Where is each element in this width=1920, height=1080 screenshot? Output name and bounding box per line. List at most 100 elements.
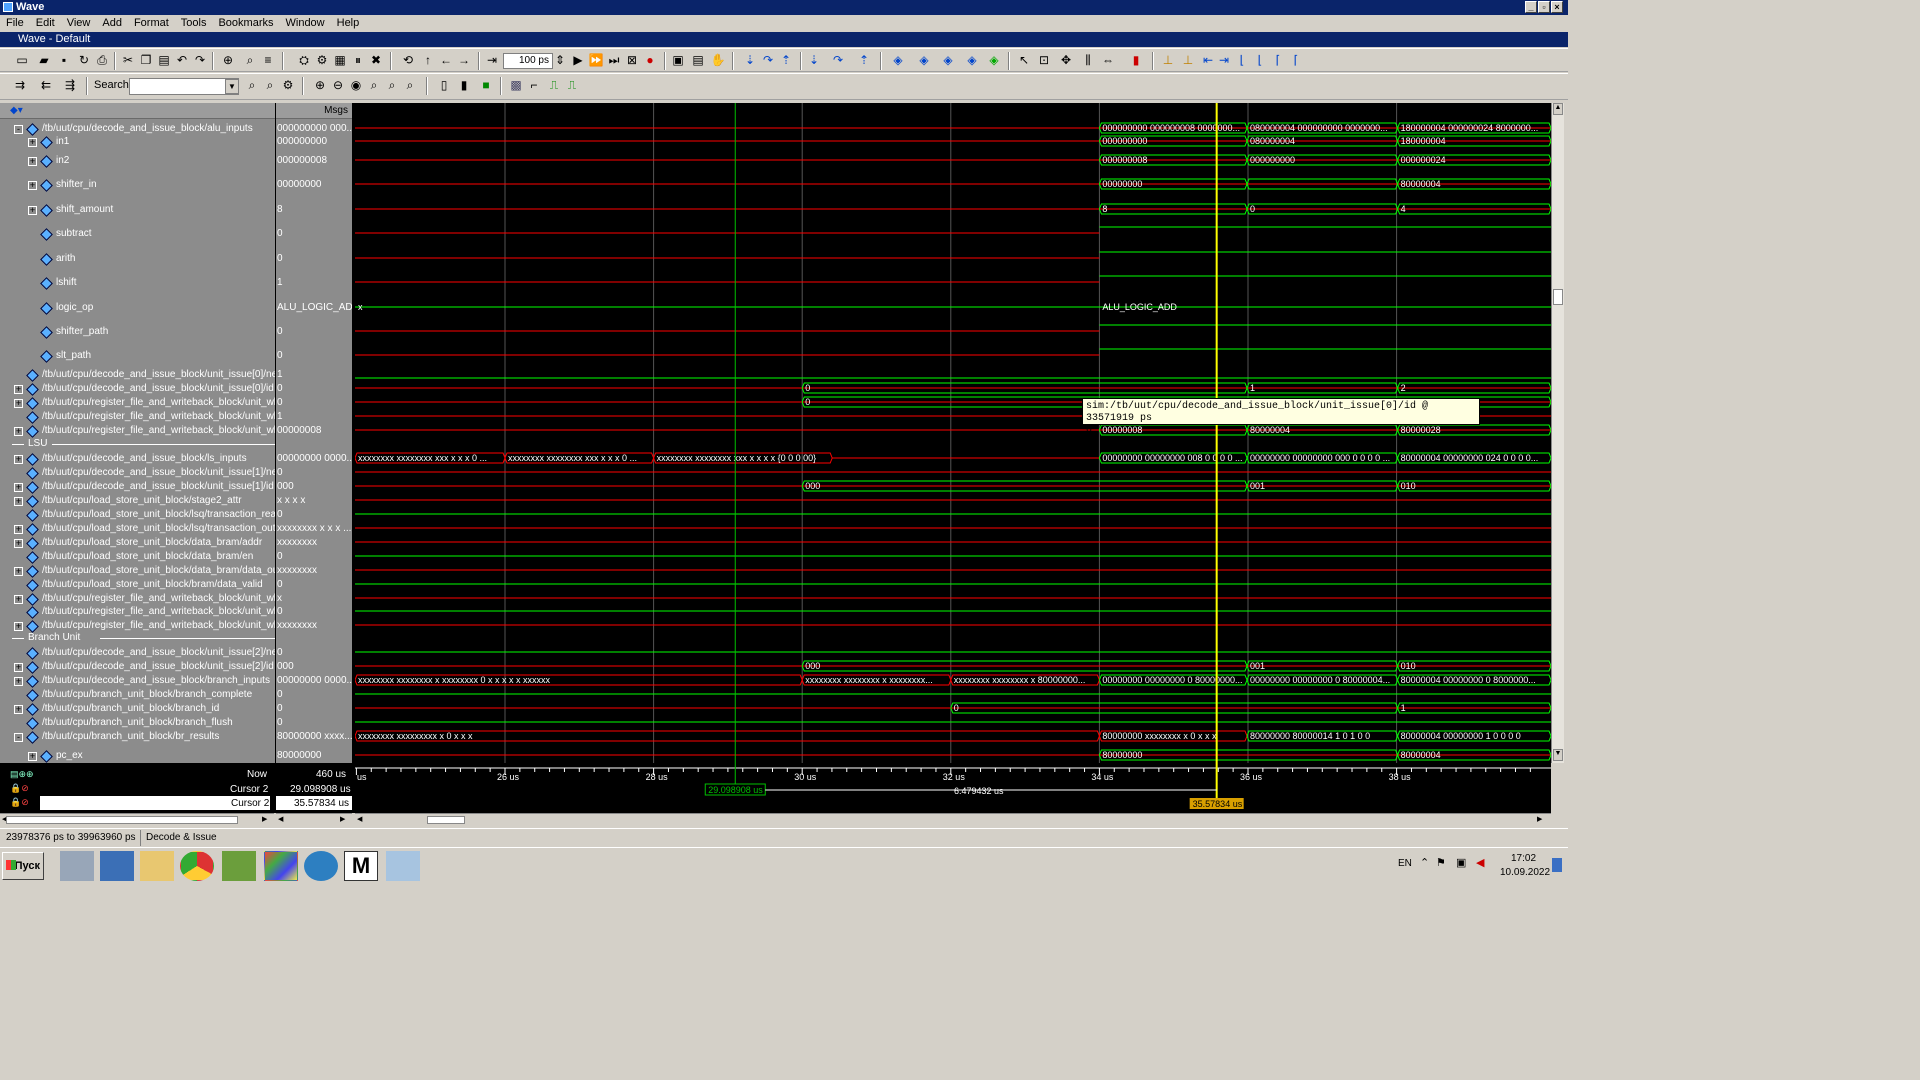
stretch-mode-icon[interactable]: ⇔ (1100, 52, 1116, 68)
wave-scroll-thumb[interactable] (427, 816, 465, 824)
cut-icon[interactable]: ✂ (120, 52, 136, 68)
menu-help[interactable]: Help (331, 15, 366, 31)
search-options-icon[interactable]: ⚙ (280, 77, 296, 93)
scroll-thumb[interactable] (1553, 289, 1563, 305)
find-icon[interactable]: ⌕ (242, 52, 258, 68)
explorer-icon[interactable] (140, 851, 174, 881)
copy-icon[interactable]: ❐ (138, 52, 154, 68)
expand-icon[interactable]: + (14, 385, 23, 394)
paste-icon[interactable]: ▤ (156, 52, 172, 68)
modelsim-icon[interactable]: M (344, 851, 378, 881)
step-up-icon[interactable]: ↑ (420, 52, 436, 68)
values-hscroll[interactable]: ◀ ▶ (276, 813, 352, 826)
network-app-icon[interactable] (304, 851, 338, 881)
values-scroll-left-icon[interactable]: ◀ (278, 815, 283, 823)
chart-app-icon[interactable] (222, 851, 256, 881)
format-icon[interactable]: ▩ (508, 77, 524, 93)
wave-hscroll[interactable]: ◀ ▶ (355, 813, 1551, 826)
break-icon[interactable]: ⏸ (350, 52, 366, 68)
scroll-up-icon[interactable]: ▲ (1553, 103, 1563, 115)
assertions-icon[interactable]: ◈ (986, 52, 1002, 68)
open-icon[interactable]: ▰ (36, 52, 52, 68)
restart-icon[interactable]: ⟲ (400, 52, 416, 68)
start-button[interactable]: Пуск (2, 852, 44, 880)
menu-view[interactable]: View (61, 15, 97, 31)
group-divider-label[interactable]: LSU (28, 438, 47, 449)
new-icon[interactable]: ▭ (14, 52, 30, 68)
expand-icon[interactable]: + (14, 595, 23, 604)
step-out-menu-icon[interactable]: ⇡ (856, 52, 872, 68)
edit-mode-icon[interactable]: ⫼ (1080, 52, 1096, 68)
step-into-menu-icon[interactable]: ⇣ (806, 52, 822, 68)
save-icon[interactable]: ▪ (56, 52, 72, 68)
dataflow-icon[interactable]: ◈ (964, 52, 980, 68)
simulate-icon[interactable]: ▦ (332, 52, 348, 68)
show-values-icon[interactable]: ▮ (456, 77, 472, 93)
dataflow-trace-icon[interactable]: ▮ (1128, 52, 1144, 68)
menu-add[interactable]: Add (96, 15, 128, 31)
unlock-cursor-icon[interactable]: 🔒⊘ (10, 797, 29, 808)
expand-icon[interactable]: + (14, 567, 23, 576)
wave-scroll-left-icon[interactable]: ◀ (357, 815, 362, 823)
minimize-button[interactable]: _ (1525, 1, 1537, 13)
expand-icon[interactable]: + (14, 455, 23, 464)
expand-icon[interactable]: + (14, 677, 23, 686)
hand-icon[interactable]: ✋ (710, 52, 726, 68)
names-hscroll[interactable]: ◀ ▶ (0, 813, 274, 826)
group-divider-label[interactable]: Branch Unit (28, 632, 80, 643)
values-scroll-right-icon[interactable]: ▶ (340, 815, 345, 823)
clock-date[interactable]: 10.09.2022 (1500, 867, 1550, 878)
step-over-menu-icon[interactable]: ↷ (830, 52, 846, 68)
coverage-icon[interactable]: ◈ (940, 52, 956, 68)
list-icon[interactable]: ≡ (260, 52, 276, 68)
select-mode-icon[interactable]: ↖ (1016, 52, 1032, 68)
next-falling-icon[interactable]: ⌈ (1288, 52, 1304, 68)
network-tray-icon[interactable]: ▣ (1456, 856, 1466, 869)
break-sim-icon[interactable]: ⊠ (624, 52, 640, 68)
expand-icon[interactable]: + (28, 181, 37, 190)
chrome-icon[interactable] (180, 851, 214, 881)
step-over-icon[interactable]: ↷ (760, 52, 776, 68)
clock-time[interactable]: 17:02 (1511, 853, 1536, 864)
stop-icon[interactable]: ✖ (368, 52, 384, 68)
language-indicator[interactable]: EN (1398, 858, 1412, 869)
lock-cursor-icon[interactable]: 🔒⊘ (10, 783, 29, 794)
run-all-icon[interactable]: ⏭ (606, 52, 622, 68)
show-grid-icon[interactable]: ■ (478, 77, 494, 93)
prev-edge-icon[interactable]: ⇤ (1200, 52, 1216, 68)
expand-icon[interactable]: + (14, 525, 23, 534)
search-dropdown-icon[interactable]: ▼ (225, 79, 239, 94)
expand-out-icon[interactable]: ⇇ (38, 77, 54, 93)
compile-all-icon[interactable]: ⚙ (314, 52, 330, 68)
next-edge-icon[interactable]: ⇥ (1216, 52, 1232, 68)
menu-file[interactable]: File (0, 15, 30, 31)
step-out-icon[interactable]: ⇡ (778, 52, 794, 68)
prev-rising-icon[interactable]: ⌊ (1234, 52, 1250, 68)
wave-logic-icon[interactable]: ⌐ (526, 77, 542, 93)
server-manager-icon[interactable] (60, 851, 94, 881)
delete-cursor-icon[interactable]: ⊥ (1180, 52, 1196, 68)
show-desktop-icon[interactable] (1552, 858, 1562, 872)
collapse-icon[interactable]: - (14, 733, 23, 742)
vertical-scrollbar[interactable]: ▲ ▼ (1551, 103, 1564, 763)
pan-mode-icon[interactable]: ✥ (1058, 52, 1074, 68)
wave-analog-icon[interactable]: ⎍ (546, 77, 562, 93)
step-forward-icon[interactable]: → (456, 52, 472, 68)
expand-icon[interactable]: + (28, 752, 37, 761)
zoom-last-icon[interactable]: ⌕ (384, 77, 400, 93)
names-scroll-thumb[interactable] (6, 816, 238, 824)
expand-icon[interactable]: + (28, 206, 37, 215)
tray-expand-icon[interactable]: ⌃ (1420, 856, 1429, 869)
close-button[interactable]: × (1551, 1, 1563, 13)
expand-all-icon[interactable]: ⇶ (62, 77, 78, 93)
zoom-mode-icon[interactable]: ⊡ (1036, 52, 1052, 68)
powershell-icon[interactable] (100, 851, 134, 881)
zoom-full-icon[interactable]: ◉ (348, 77, 364, 93)
volume-icon[interactable]: ◀ (1476, 856, 1484, 869)
collapse-icon[interactable]: - (14, 125, 23, 134)
wave-layout-icon[interactable]: ▣ (670, 52, 686, 68)
menu-edit[interactable]: Edit (30, 15, 61, 31)
expand-icon[interactable]: + (28, 157, 37, 166)
menu-format[interactable]: Format (128, 15, 175, 31)
run-icon[interactable]: ▶ (570, 52, 586, 68)
